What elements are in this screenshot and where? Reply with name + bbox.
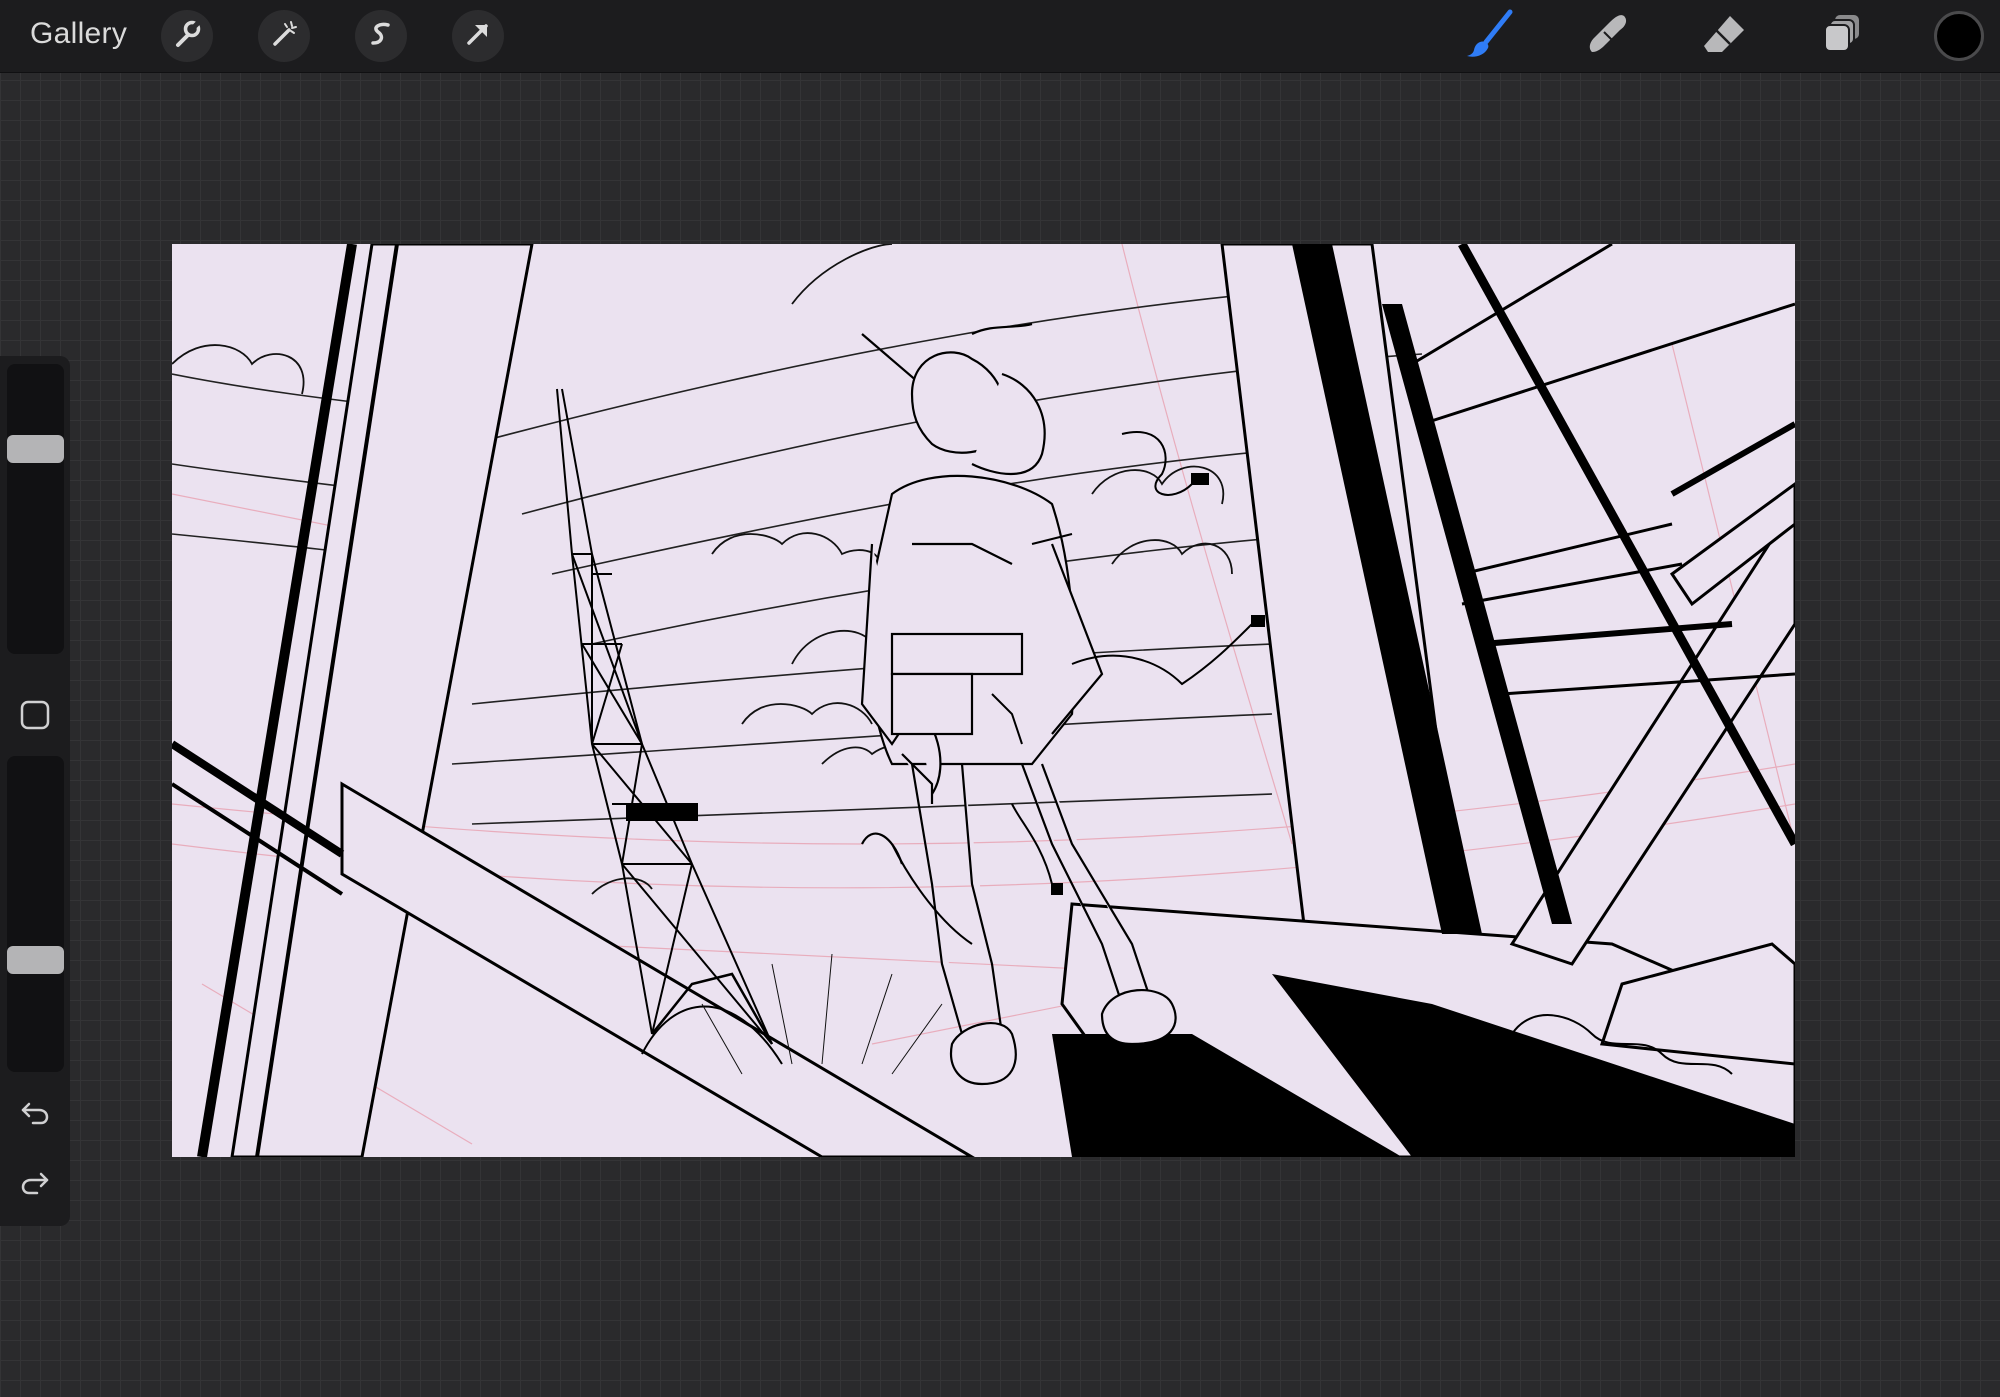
opacity-thumb[interactable]	[7, 946, 64, 974]
smudge-finger-icon	[1584, 10, 1632, 63]
eraser-icon	[1700, 10, 1748, 63]
brush-size-thumb[interactable]	[7, 435, 64, 463]
brush-tool-button[interactable]	[1462, 8, 1518, 64]
magic-wand-icon	[269, 19, 299, 54]
layers-button[interactable]	[1814, 8, 1870, 64]
redo-icon	[19, 1166, 51, 1203]
layers-icon	[1819, 11, 1865, 62]
drawing-canvas[interactable]	[172, 244, 1795, 1157]
top-toolbar: Gallery	[0, 0, 2000, 73]
left-sidebar	[0, 356, 70, 1226]
selection-button[interactable]	[355, 10, 407, 62]
redo-button[interactable]	[17, 1166, 53, 1202]
eraser-tool-button[interactable]	[1696, 8, 1752, 64]
brush-icon	[1464, 8, 1516, 65]
undo-icon	[19, 1096, 51, 1133]
color-swatch[interactable]	[1934, 11, 1984, 61]
square-modify-icon	[19, 699, 51, 736]
smudge-tool-button[interactable]	[1580, 8, 1636, 64]
adjustments-button[interactable]	[258, 10, 310, 62]
line-art-illustration	[172, 244, 1795, 1157]
arrow-cursor-icon	[463, 19, 493, 54]
modify-button[interactable]	[19, 699, 51, 736]
opacity-slider[interactable]	[7, 756, 64, 1072]
actions-button[interactable]	[161, 10, 213, 62]
wrench-icon	[172, 19, 202, 54]
brush-size-slider[interactable]	[7, 364, 64, 654]
selection-s-icon	[366, 19, 396, 54]
gallery-button[interactable]: Gallery	[30, 17, 127, 51]
undo-button[interactable]	[17, 1096, 53, 1132]
transform-button[interactable]	[452, 10, 504, 62]
